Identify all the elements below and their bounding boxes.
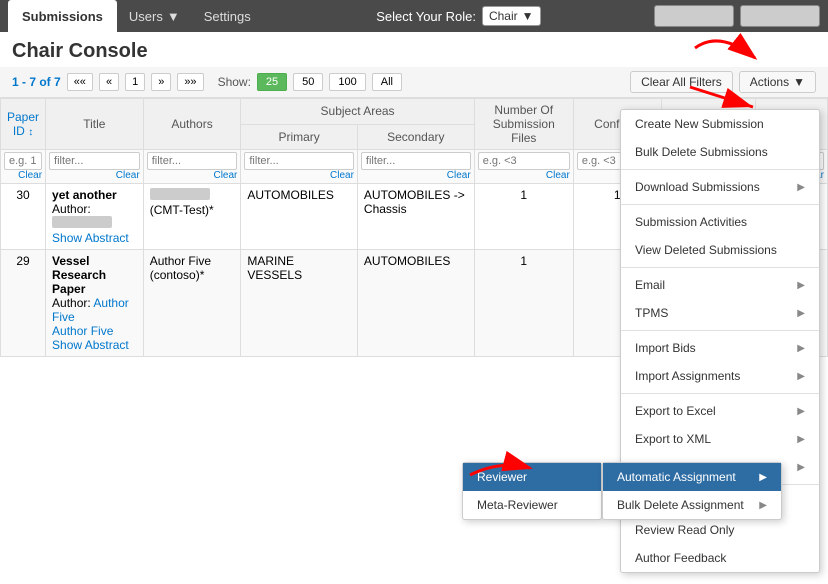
users-nav[interactable]: Users ▼: [117, 5, 192, 28]
title-filter-cell: Clear: [46, 150, 144, 184]
role-dropdown[interactable]: Chair ▼: [482, 6, 541, 26]
pag-page-btn[interactable]: 1: [125, 73, 145, 91]
menu-view-deleted[interactable]: View Deleted Submissions: [621, 236, 819, 264]
row-30-primary: AUTOMOBILES: [241, 184, 358, 250]
primary-filter-cell: Clear: [241, 150, 358, 184]
show-50-btn[interactable]: 50: [293, 73, 323, 91]
title-filter[interactable]: [49, 152, 140, 170]
menu-export-excel[interactable]: Export to Excel ▶: [621, 397, 819, 425]
row-29-primary: MARINE VESSELS: [241, 250, 358, 357]
reviewer-submenu: Reviewer Meta-Reviewer: [462, 462, 602, 520]
show-all-btn[interactable]: All: [372, 73, 402, 91]
num-files-header: Number OfSubmissionFiles: [474, 99, 573, 150]
secondary-clear[interactable]: Clear: [361, 170, 471, 181]
authors-clear[interactable]: Clear: [147, 170, 238, 181]
row-29-paperid: 29: [1, 250, 46, 357]
menu-import-assignments[interactable]: Import Assignments ▶: [621, 362, 819, 390]
primary-clear[interactable]: Clear: [244, 170, 354, 181]
separator-1: [621, 169, 819, 170]
page-header: Chair Console: [0, 32, 828, 67]
import-bids-arrow-icon: ▶: [797, 343, 805, 354]
menu-email[interactable]: Email ▶: [621, 271, 819, 299]
import-assign-arrow-icon: ▶: [797, 371, 805, 382]
pag-next-btn[interactable]: »: [151, 73, 171, 91]
menu-export-xml[interactable]: Export to XML ▶: [621, 425, 819, 453]
secondary-filter-cell: Clear: [357, 150, 474, 184]
pag-first-btn[interactable]: ««: [67, 73, 93, 91]
paper-id-filter-cell: Clear: [1, 150, 46, 184]
pag-prev-btn[interactable]: «: [99, 73, 119, 91]
menu-submission-activities[interactable]: Submission Activities: [621, 208, 819, 236]
menu-author-feedback[interactable]: Author Feedback: [621, 544, 819, 572]
row-29-author-link-2[interactable]: Author Five: [52, 324, 113, 338]
paper-id-clear[interactable]: Clear: [4, 170, 42, 181]
pagination-info: 1 - 7 of 7: [12, 75, 61, 89]
row-30-title: yet another Author: Show Abstract: [46, 184, 144, 250]
row-30-secondary: AUTOMOBILES -> Chassis: [357, 184, 474, 250]
page-title: Chair Console: [12, 40, 816, 63]
row-30-authors: (CMT-Test)*: [143, 184, 241, 250]
subject-areas-header: Subject Areas: [241, 99, 474, 125]
authors-header: Authors: [143, 99, 241, 150]
title-clear[interactable]: Clear: [49, 170, 140, 181]
download-arrow-icon: ▶: [797, 182, 805, 193]
menu-import-bids[interactable]: Import Bids ▶: [621, 334, 819, 362]
menu-reviewer[interactable]: Reviewer: [463, 463, 601, 491]
show-label: Show:: [218, 75, 251, 89]
primary-subheader: Primary: [241, 124, 358, 150]
primary-filter[interactable]: [244, 152, 354, 170]
row-30-paperid: 30: [1, 184, 46, 250]
separator-5: [621, 393, 819, 394]
paper-id-filter[interactable]: [4, 152, 42, 170]
bulk-delete-assign-arrow-icon: ▶: [759, 500, 767, 511]
email-arrow-icon: ▶: [797, 280, 805, 291]
num-files-filter-cell: Clear: [474, 150, 573, 184]
menu-automatic-assignment[interactable]: Automatic Assignment ▶: [603, 463, 781, 491]
export-excel-arrow-icon: ▶: [797, 406, 805, 417]
menu-tpms[interactable]: TPMS ▶: [621, 299, 819, 327]
submissions-tab[interactable]: Submissions: [8, 0, 117, 32]
title-header: Title: [46, 99, 144, 150]
nav-right-buttons: [654, 5, 820, 27]
clear-all-filters-btn[interactable]: Clear All Filters: [630, 71, 733, 93]
automatic-assign-arrow-icon: ▶: [759, 472, 767, 483]
export-xml-arrow-icon: ▶: [797, 434, 805, 445]
role-selector-area: Select Your Role: Chair ▼: [263, 6, 654, 26]
assignment-submenu: Automatic Assignment ▶ Bulk Delete Assig…: [602, 462, 782, 520]
secondary-filter[interactable]: [361, 152, 471, 170]
menu-download-submissions[interactable]: Download Submissions ▶: [621, 173, 819, 201]
row-30-show-abstract[interactable]: Show Abstract: [52, 231, 129, 245]
tpms-arrow-icon: ▶: [797, 308, 805, 319]
separator-4: [621, 330, 819, 331]
separator-3: [621, 267, 819, 268]
menu-review-read-only[interactable]: Review Read Only: [621, 516, 819, 544]
export-tab-arrow-icon: ▶: [797, 462, 805, 473]
secondary-subheader: Secondary: [357, 124, 474, 150]
row-29-show-abstract[interactable]: Show Abstract: [52, 338, 129, 352]
toolbar: 1 - 7 of 7 «« « 1 » »» Show: 25 50 100 A…: [0, 67, 828, 98]
menu-bulk-delete[interactable]: Bulk Delete Submissions: [621, 138, 819, 166]
settings-nav[interactable]: Settings: [192, 5, 263, 28]
paper-id-header[interactable]: PaperID ↕: [1, 99, 46, 150]
nav-btn-1[interactable]: [654, 5, 734, 27]
separator-2: [621, 204, 819, 205]
row-29-authors: Author Five (contoso)*: [143, 250, 241, 357]
row-29-title: Vessel Research Paper Author: Author Fiv…: [46, 250, 144, 357]
menu-meta-reviewer[interactable]: Meta-Reviewer: [463, 491, 601, 519]
show-100-btn[interactable]: 100: [329, 73, 365, 91]
authors-filter[interactable]: [147, 152, 238, 170]
actions-dropdown-btn[interactable]: Actions ▼: [739, 71, 816, 93]
top-navigation: Submissions Users ▼ Settings Select Your…: [0, 0, 828, 32]
menu-bulk-delete-assignment[interactable]: Bulk Delete Assignment ▶: [603, 491, 781, 519]
show-25-btn[interactable]: 25: [257, 73, 287, 91]
num-files-filter[interactable]: [478, 152, 570, 170]
menu-create-submission[interactable]: Create New Submission: [621, 110, 819, 138]
row-29-secondary: AUTOMOBILES: [357, 250, 474, 357]
num-files-clear[interactable]: Clear: [478, 170, 570, 181]
row-29-numfiles: 1: [474, 250, 573, 357]
nav-btn-2[interactable]: [740, 5, 820, 27]
authors-filter-cell: Clear: [143, 150, 241, 184]
row-30-numfiles: 1: [474, 184, 573, 250]
pag-last-btn[interactable]: »»: [177, 73, 203, 91]
